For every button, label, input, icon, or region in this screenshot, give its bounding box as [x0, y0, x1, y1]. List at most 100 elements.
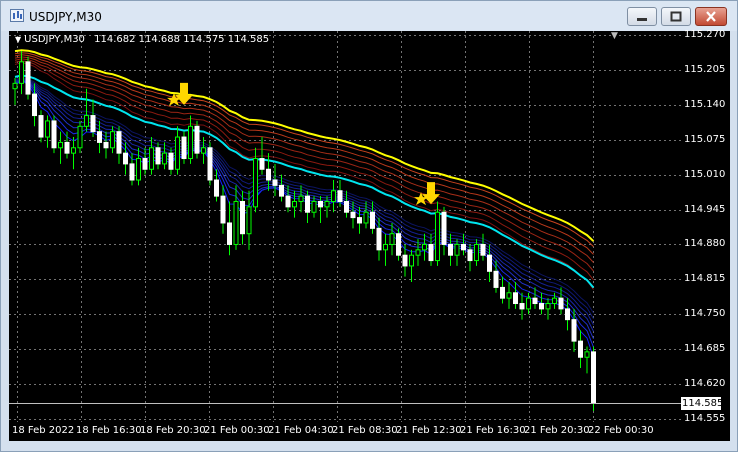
dropdown-triangle-icon: ▼: [15, 35, 22, 44]
price-axis: 114.585 115.270 115.205 115.140 115.075 115.…: [681, 29, 730, 424]
candlestick-chart: [9, 31, 681, 422]
candle-body: [363, 211, 369, 224]
candle-body: [519, 303, 525, 310]
chart-shift-marker[interactable]: ▼: [611, 31, 618, 41]
candle-body: [162, 152, 167, 165]
candle-body: [318, 200, 323, 208]
candle-body: [558, 297, 564, 310]
chart-header: ▼ USDJPY,M30 114.682 114.688 114.575 114.…: [15, 34, 269, 45]
chart-symbol: USDJPY,M30: [24, 34, 85, 45]
candle-body: [240, 200, 245, 235]
candle-body: [266, 168, 271, 181]
time-tick-label: 21 Feb 12:30: [396, 425, 462, 436]
time-tick-label: 21 Feb 20:30: [524, 425, 590, 436]
candle-body: [324, 200, 330, 208]
candle-body: [383, 243, 388, 251]
close-button[interactable]: [695, 7, 727, 26]
candle-body: [298, 195, 304, 202]
candle-body: [337, 190, 343, 202]
candle-body: [285, 195, 291, 208]
candle-body: [168, 152, 174, 170]
candle-body: [214, 179, 219, 197]
price-tick-label: 115.075: [684, 133, 726, 145]
title-bar[interactable]: USDJPY,M30: [1, 1, 737, 31]
candle-body: [428, 243, 434, 262]
minimize-button[interactable]: [627, 7, 657, 26]
price-tick-label: 114.880: [684, 238, 726, 250]
candle-body: [584, 351, 590, 358]
candle-body: [123, 152, 128, 165]
maximize-button[interactable]: [661, 7, 691, 26]
candle-body: [513, 292, 518, 305]
candle-body: [370, 211, 375, 229]
price-tick-label: 114.815: [684, 273, 726, 285]
candle-body: [51, 120, 57, 149]
restore-icon: [670, 11, 682, 22]
candle-body: [526, 297, 531, 310]
time-tick-label: 18 Feb 16:30: [76, 425, 142, 436]
candle-body: [311, 200, 317, 213]
time-tick-label: 18 Feb 2022: [12, 425, 75, 436]
price-tick-label: 115.205: [684, 63, 726, 75]
candle-body: [175, 136, 180, 170]
chart-window: USDJPY,M30 ▼ USDJPY,M30 114.682 114.688 1…: [0, 0, 738, 452]
candle-body: [97, 131, 102, 143]
candle-body: [45, 120, 50, 138]
price-tick-label: 114.750: [684, 308, 726, 320]
candle-body: [506, 292, 512, 299]
candle-body: [396, 233, 401, 256]
candle-body: [253, 158, 258, 208]
chart-plot-area[interactable]: ▼ USDJPY,M30 114.682 114.688 114.575 114.…: [9, 31, 681, 422]
bid-price-label: 114.585: [681, 396, 724, 410]
candle-body: [272, 179, 278, 186]
candle-body: [539, 303, 544, 310]
candle-body: [500, 286, 505, 299]
time-tick-label: 21 Feb 04:30: [268, 425, 334, 436]
ma-band-red: [14, 58, 594, 272]
candle-body: [194, 125, 200, 154]
candle-body: [279, 184, 284, 197]
window-title: USDJPY,M30: [29, 10, 102, 24]
candle-body: [357, 217, 362, 224]
candle-body: [64, 141, 70, 154]
candle-body: [467, 249, 473, 262]
candle-body: [38, 115, 44, 138]
chart-app-icon: [10, 9, 24, 22]
candle-body: [227, 222, 232, 245]
candle-body: [350, 211, 356, 219]
candle-body: [149, 147, 154, 170]
signal-star-icon: [167, 92, 181, 106]
candle-body: [292, 200, 297, 208]
time-tick-label: 21 Feb 00:30: [204, 425, 270, 436]
candle-body: [58, 141, 63, 149]
ma-band-red: [14, 52, 594, 247]
candle-body: [402, 254, 408, 267]
candle-body: [155, 147, 161, 165]
minimize-icon: [637, 18, 647, 21]
candle-body: [441, 211, 447, 245]
candle-body: [188, 125, 193, 160]
candle-body: [110, 131, 115, 149]
candle-body: [435, 211, 440, 262]
candle-body: [181, 136, 187, 160]
candle-body: [77, 125, 83, 149]
candle-body: [480, 243, 486, 256]
candle-body: [220, 195, 226, 224]
candle-body: [493, 270, 499, 288]
candle-body: [136, 158, 141, 181]
chart-ohlc-values: 114.682 114.688 114.575 114.585: [94, 34, 270, 45]
ma-band-blue: [14, 79, 594, 340]
signal-star-icon: [414, 192, 428, 206]
price-tick-label: 114.945: [684, 203, 726, 215]
ma-band-red: [14, 54, 594, 255]
candle-body: [103, 141, 109, 149]
time-tick-label: 18 Feb 20:30: [140, 425, 206, 436]
candle-body: [389, 233, 395, 245]
price-tick-label: 114.620: [684, 378, 726, 390]
candle-body: [25, 61, 31, 95]
price-tick-label: 114.685: [684, 343, 726, 355]
candle-body: [129, 163, 135, 181]
candle-body: [305, 195, 310, 213]
candle-body: [246, 206, 252, 235]
candle-body: [344, 200, 349, 213]
